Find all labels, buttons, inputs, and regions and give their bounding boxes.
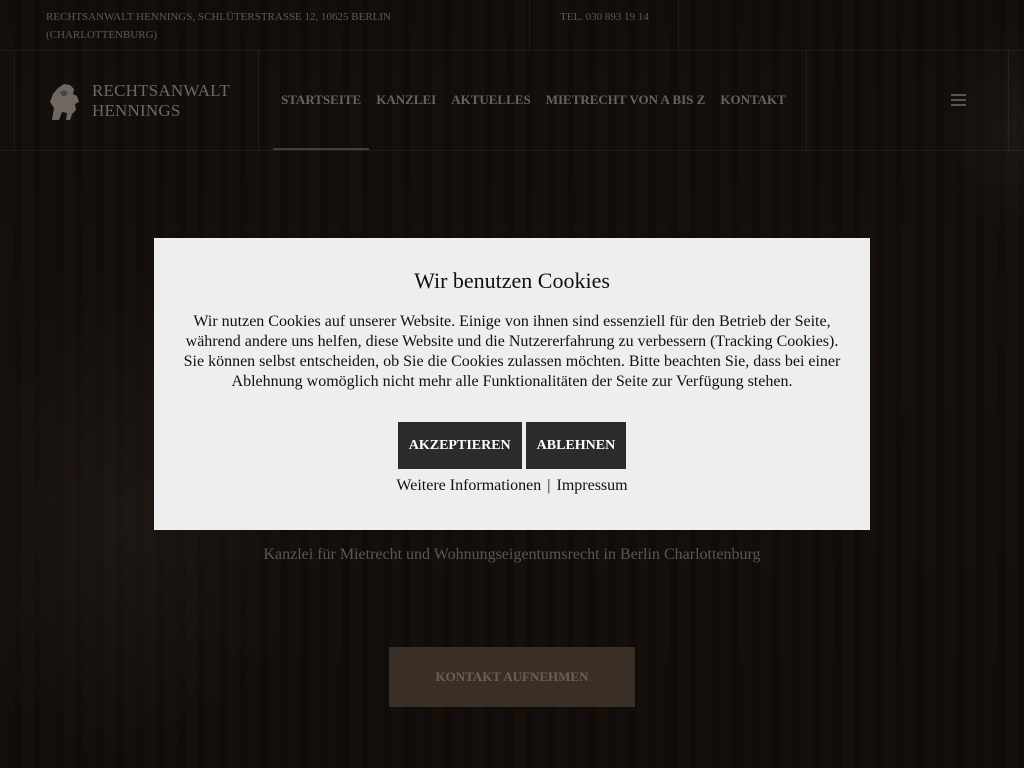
logo-text: Rechtsanwalt Hennings [92, 81, 232, 121]
cookie-dialog-title: Wir benutzen Cookies [414, 268, 610, 293]
phone-text[interactable]: Tel. 030 893 19 14 [560, 8, 650, 26]
accept-cookies-button[interactable]: Akzeptieren [397, 422, 522, 469]
link-separator: | [547, 477, 551, 494]
nav-item-mietrecht[interactable]: Mietrecht von A bis Z [538, 50, 713, 150]
cookie-dialog-links: Weitere Informationen | Impressum [154, 476, 870, 496]
cookie-dialog: Wir benutzen Cookies Wir nutzen Cookies … [154, 238, 870, 530]
header-divider [806, 50, 807, 150]
site-header: Rechtsanwalt Hennings Startseite Kanzlei… [0, 50, 1024, 151]
header-divider [14, 50, 15, 150]
address-text: Rechtsanwalt Hennings, Schlüterstraße 12… [46, 11, 391, 41]
hamburger-menu-icon[interactable] [951, 94, 966, 106]
logo-text-value: Rechtsanwalt Hennings [92, 81, 230, 120]
nav-item-aktuelles[interactable]: Aktuelles [444, 50, 538, 150]
imprint-link[interactable]: Impressum [556, 477, 627, 494]
hero-subtitle: Kanzlei für Mietrecht und Wohnungseigent… [263, 546, 761, 563]
header-divider [258, 50, 259, 150]
more-info-link[interactable]: Weitere Informationen [396, 477, 541, 494]
cookie-dialog-actions: Akzeptieren Ablehnen [154, 422, 870, 469]
contact-button[interactable]: Kontakt aufnehmen [389, 647, 635, 707]
lion-icon [50, 84, 79, 120]
decline-cookies-button[interactable]: Ablehnen [525, 422, 627, 469]
topbar-divider [678, 0, 679, 50]
cookie-dialog-text: Wir nutzen Cookies auf unserer Website. … [183, 313, 841, 390]
header-divider [1008, 50, 1009, 150]
topbar-divider [529, 0, 530, 50]
site-logo[interactable]: Rechtsanwalt Hennings [46, 80, 232, 122]
nav-item-kontakt[interactable]: Kontakt [713, 50, 794, 150]
top-info-bar: Rechtsanwalt Hennings, Schlüterstraße 12… [0, 0, 1024, 51]
main-navigation: Startseite Kanzlei Aktuelles Mietrecht v… [273, 50, 793, 150]
nav-item-startseite[interactable]: Startseite [273, 50, 369, 150]
nav-item-kanzlei[interactable]: Kanzlei [369, 50, 444, 150]
